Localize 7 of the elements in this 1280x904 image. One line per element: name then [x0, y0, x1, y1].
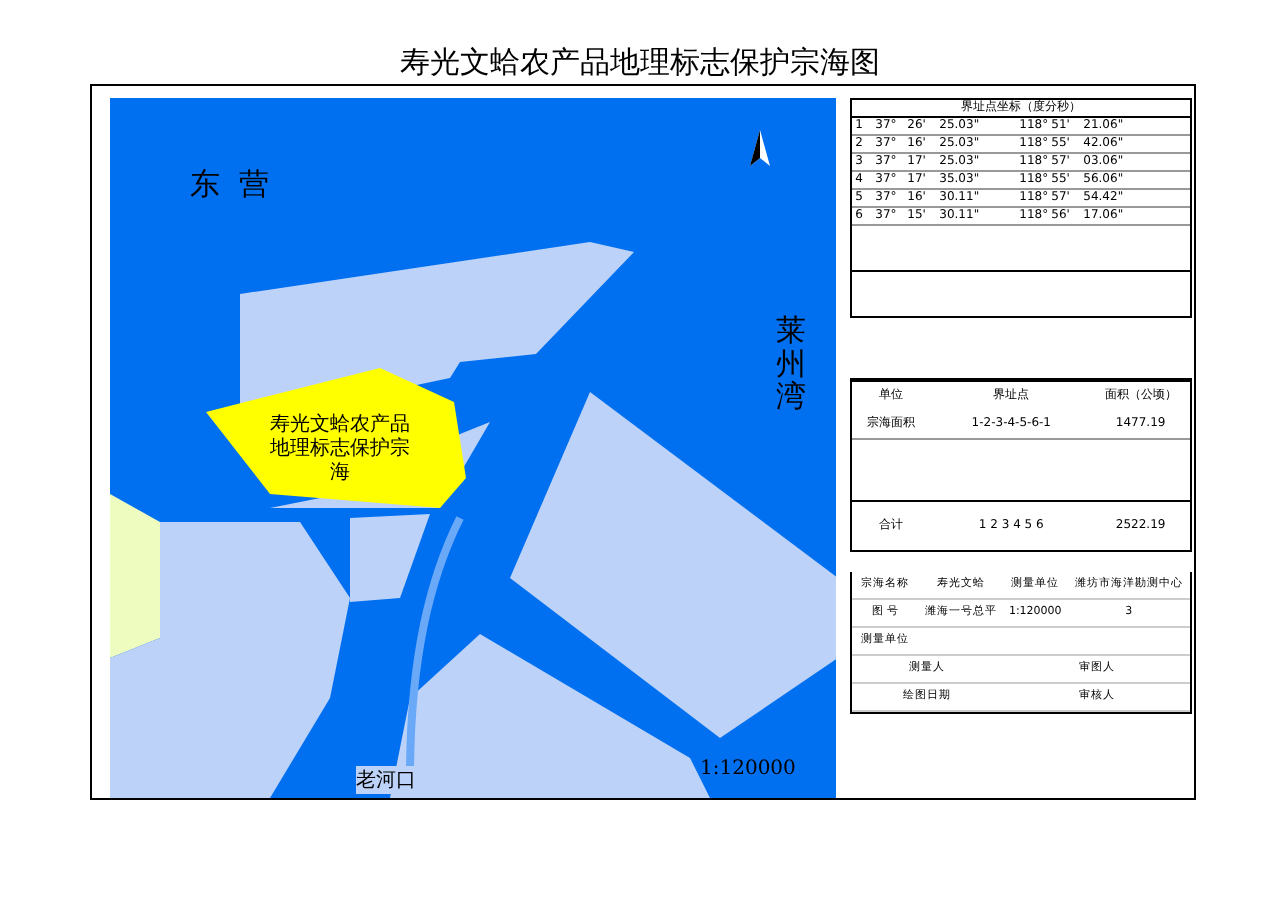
- map-title: 寿光文蛤农产品地理标志保护宗海图: [398, 44, 882, 84]
- north-arrow-icon: [750, 130, 770, 166]
- zone-label: 寿光文蛤农产品地理标志保护宗海: [270, 414, 410, 486]
- scale-label: 1:120000: [700, 758, 796, 780]
- place-label: 莱州湾: [776, 314, 806, 413]
- river-label: 老河口: [356, 766, 416, 794]
- place-label: 东 营: [190, 166, 270, 204]
